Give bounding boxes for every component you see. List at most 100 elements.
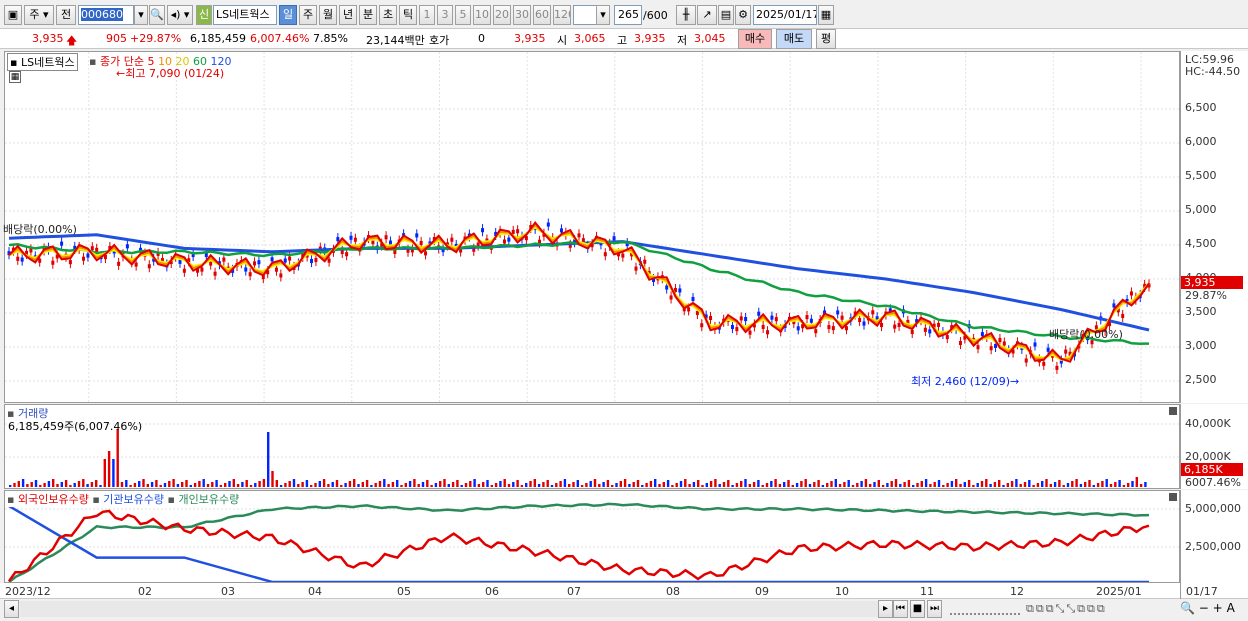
candle-body xyxy=(511,229,515,234)
volume-pane-close-icon[interactable] xyxy=(1169,407,1177,415)
volume-bar xyxy=(516,480,519,487)
candle-body xyxy=(279,273,283,278)
sound-icon[interactable]: ◂) ▾ xyxy=(167,5,193,25)
first-page-icon[interactable]: ⏮ xyxy=(893,600,908,618)
stop-icon[interactable]: ■ xyxy=(910,600,925,618)
volume-bar xyxy=(267,432,270,487)
volume-bar xyxy=(735,483,739,487)
zoom-in-icon[interactable]: + xyxy=(1213,601,1223,615)
candle-body xyxy=(757,311,761,316)
volume-bar xyxy=(95,480,98,487)
volume-bar xyxy=(421,482,425,487)
auto-scale-icon[interactable]: A xyxy=(1227,601,1235,615)
view-tool-icons[interactable]: ⧉⧉⧉⤡⤡⧉⧉⧉ xyxy=(1026,602,1107,616)
sell-button[interactable]: 매도 xyxy=(776,29,812,49)
volume-bar xyxy=(619,481,622,487)
candle-body xyxy=(559,228,563,233)
volume-bar xyxy=(980,481,984,487)
period-month[interactable]: 월 xyxy=(319,5,337,25)
table-toggle-icon[interactable]: ▦ xyxy=(9,71,21,83)
zoom-out-icon[interactable]: − xyxy=(1199,601,1209,615)
dividend-left: 배당락(0.00%) xyxy=(3,223,77,236)
prev-button[interactable]: 전 xyxy=(56,5,76,25)
count-input[interactable]: 265 xyxy=(614,5,642,25)
volume-bar xyxy=(181,482,184,487)
calendar-icon[interactable]: ▦ xyxy=(818,5,834,25)
minute-3[interactable]: 3 xyxy=(437,5,453,25)
candle-body xyxy=(669,295,673,300)
volume-gridlines xyxy=(5,423,1179,458)
holding-pane[interactable]: ▪ 외국인보유수량 ▪ 기관보유수량 ▪ 개인보유수량 xyxy=(4,490,1180,583)
eval-button[interactable]: 평 xyxy=(816,29,836,49)
volume-pane[interactable]: ▪ 거래량 6,185,459주(6,007.46%) xyxy=(4,404,1180,489)
magnify-icon[interactable]: 🔍 xyxy=(1180,601,1195,615)
period-second[interactable]: 초 xyxy=(379,5,397,25)
stock-name-field[interactable]: LS네트웍스 xyxy=(213,5,277,25)
volume-bar xyxy=(899,484,902,487)
volume-value-label: 6,185,459주(6,007.46%) xyxy=(8,420,143,433)
custom-period-dropdown-icon[interactable]: ▾ xyxy=(596,5,610,25)
volume-bar xyxy=(434,483,438,487)
volume-bar xyxy=(236,484,240,487)
low-annotation: 최저 2,460 (12/09)→ xyxy=(911,373,1019,389)
period-year[interactable]: 년 xyxy=(339,5,357,25)
volume-bar xyxy=(228,481,231,487)
stock-code-input[interactable]: 000680 xyxy=(78,5,134,25)
mode-select[interactable]: 주 ▾ xyxy=(24,5,54,25)
period-week[interactable]: 주 xyxy=(299,5,317,25)
candle-body xyxy=(836,310,840,315)
minute-1[interactable]: 1 xyxy=(419,5,435,25)
volume-bar xyxy=(297,484,300,487)
minute-120[interactable]: 120 xyxy=(553,5,571,25)
volume-bar xyxy=(318,481,321,487)
holding-pane-close-icon[interactable] xyxy=(1169,493,1177,501)
legend-stock-name: LS네트웍스 xyxy=(20,56,75,69)
zoom-slider[interactable] xyxy=(950,605,1020,615)
minute-5[interactable]: 5 xyxy=(455,5,471,25)
minute-20[interactable]: 20 xyxy=(493,5,511,25)
legend-institution: 기관보유수량 xyxy=(103,493,165,506)
tick-5000: 5,000 xyxy=(1185,203,1217,216)
volume-bar xyxy=(125,480,128,487)
volume-bar xyxy=(856,483,859,487)
period-day[interactable]: 일 xyxy=(279,5,297,25)
period-minute[interactable]: 분 xyxy=(359,5,377,25)
layout-icon[interactable]: ▣ xyxy=(4,5,22,25)
volume-bar xyxy=(787,480,790,487)
volume-bar xyxy=(378,481,382,487)
volume-bar xyxy=(469,481,472,487)
last-page-icon[interactable]: ⏭ xyxy=(927,600,942,618)
volume-bar xyxy=(224,483,227,487)
scroll-left-button[interactable]: ◂ xyxy=(4,600,19,618)
candle-body xyxy=(336,237,340,242)
candle-body xyxy=(691,296,695,302)
candle-body xyxy=(774,317,778,322)
volume-bar xyxy=(1019,484,1022,487)
volume-bar xyxy=(1096,483,1100,487)
date-input[interactable]: 2025/01/17 xyxy=(753,5,817,25)
gear-icon[interactable]: ⚙ xyxy=(735,5,751,25)
candle-body xyxy=(897,322,901,327)
period-tick[interactable]: 틱 xyxy=(399,5,417,25)
scroll-right-button[interactable]: ▸ xyxy=(878,600,893,618)
count-total: /600 xyxy=(643,9,668,22)
candle-type-icon[interactable]: ╫ xyxy=(676,5,696,25)
volume-bar xyxy=(1032,485,1035,487)
volume-bar xyxy=(1006,483,1009,487)
search-icon[interactable]: 🔍 xyxy=(149,5,165,25)
minute-30[interactable]: 30 xyxy=(513,5,531,25)
volume-bar xyxy=(447,484,450,487)
save-icon[interactable]: ▤ xyxy=(718,5,734,25)
buy-button[interactable]: 매수 xyxy=(738,29,772,49)
minute-60[interactable]: 60 xyxy=(533,5,551,25)
minute-10[interactable]: 10 xyxy=(473,5,491,25)
code-dropdown-icon[interactable]: ▾ xyxy=(134,5,148,25)
price-pane[interactable]: ▪ LS네트웍스 ▪ 종가 단순 5 10 20 60 120 ▦ ←최고 7,… xyxy=(3,51,1180,403)
candle-body xyxy=(621,253,625,258)
volume-bar xyxy=(443,479,446,487)
draw-tool-icon[interactable]: ↗ xyxy=(697,5,717,25)
volume-bar xyxy=(697,480,700,487)
candle-body xyxy=(678,288,682,293)
scroll-track[interactable] xyxy=(20,601,878,617)
volume-bar xyxy=(499,481,502,487)
